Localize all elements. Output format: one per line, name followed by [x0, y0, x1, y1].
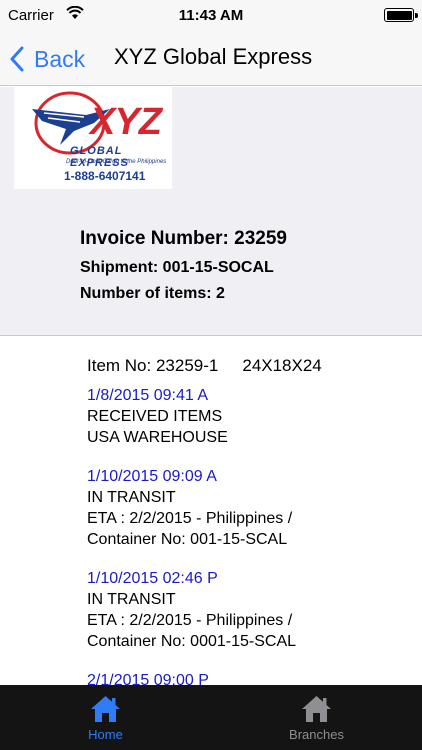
event-detail: ETA : 2/2/2015 - Philippines / — [87, 510, 293, 527]
event-timestamp: 1/10/2015 09:09 A — [87, 468, 217, 485]
logo-brand: XYZ — [90, 101, 162, 143]
tracking-event: 1/10/2015 02:46 P IN TRANSIT ETA : 2/2/2… — [87, 568, 407, 652]
tab-home[interactable]: Home — [0, 685, 211, 750]
tracking-event: 2/1/2015 09:00 P — [87, 670, 407, 685]
item-header: Item No: 23259-1 24X18X24 — [87, 356, 322, 376]
tracking-list[interactable]: Item No: 23259-1 24X18X24 1/8/2015 09:41 … — [0, 337, 422, 685]
battery-icon — [384, 8, 418, 22]
invoice-header: XYZ GLOBAL EXPRESS Door-to-Door Cargo to… — [0, 87, 422, 336]
event-detail: Container No: 0001-15-SCAL — [87, 633, 297, 650]
event-status: RECEIVED ITEMS — [87, 408, 223, 425]
event-timestamp: 2/1/2015 09:00 P — [87, 672, 209, 685]
event-detail: Container No: 001-15-SCAL — [87, 531, 288, 548]
event-detail: USA WAREHOUSE — [87, 429, 228, 446]
back-button[interactable]: Back — [10, 42, 85, 76]
number-of-items: Number of items: 2 — [80, 285, 225, 302]
logo-phone: 1-888-6407141 — [64, 169, 146, 183]
event-detail: ETA : 2/2/2015 - Philippines / — [87, 612, 293, 629]
event-timestamp: 1/8/2015 09:41 A — [87, 387, 208, 404]
chevron-left-icon — [10, 46, 24, 72]
page-title: XYZ Global Express — [114, 44, 313, 69]
tracking-events: 1/8/2015 09:41 A RECEIVED ITEMS USA WARE… — [87, 385, 407, 685]
branch-house-icon — [302, 696, 331, 722]
tab-home-label: Home — [88, 727, 123, 742]
item-number: Item No: 23259-1 — [87, 356, 219, 375]
tracking-event: 1/8/2015 09:41 A RECEIVED ITEMS USA WARE… — [87, 385, 407, 448]
status-bar: Carrier 11:43 AM — [0, 0, 422, 32]
event-timestamp: 1/10/2015 02:46 P — [87, 570, 218, 587]
back-label: Back — [34, 45, 86, 72]
home-icon — [91, 696, 120, 722]
logo-tagline: Door-to-Door Cargo to the Philippines — [66, 159, 167, 165]
shipment-number: Shipment: 001-15-SOCAL — [80, 259, 274, 276]
tracking-event: 1/10/2015 09:09 A IN TRANSIT ETA : 2/2/2… — [87, 466, 407, 550]
tab-branches[interactable]: Branches — [211, 685, 422, 750]
clock: 11:43 AM — [178, 7, 244, 24]
tab-branches-label: Branches — [289, 727, 344, 742]
logo-subtitle: GLOBAL EXPRESS — [70, 145, 129, 169]
tab-bar: Home Branches — [0, 685, 422, 750]
navigation-bar: Back XYZ Global Express — [0, 32, 422, 86]
item-dimensions: 24X18X24 — [242, 356, 322, 375]
invoice-number: Invoice Number: 23259 — [80, 228, 287, 249]
event-status: IN TRANSIT — [87, 591, 176, 608]
company-logo: XYZ GLOBAL EXPRESS Door-to-Door Cargo to… — [14, 87, 172, 189]
event-status: IN TRANSIT — [87, 489, 176, 506]
